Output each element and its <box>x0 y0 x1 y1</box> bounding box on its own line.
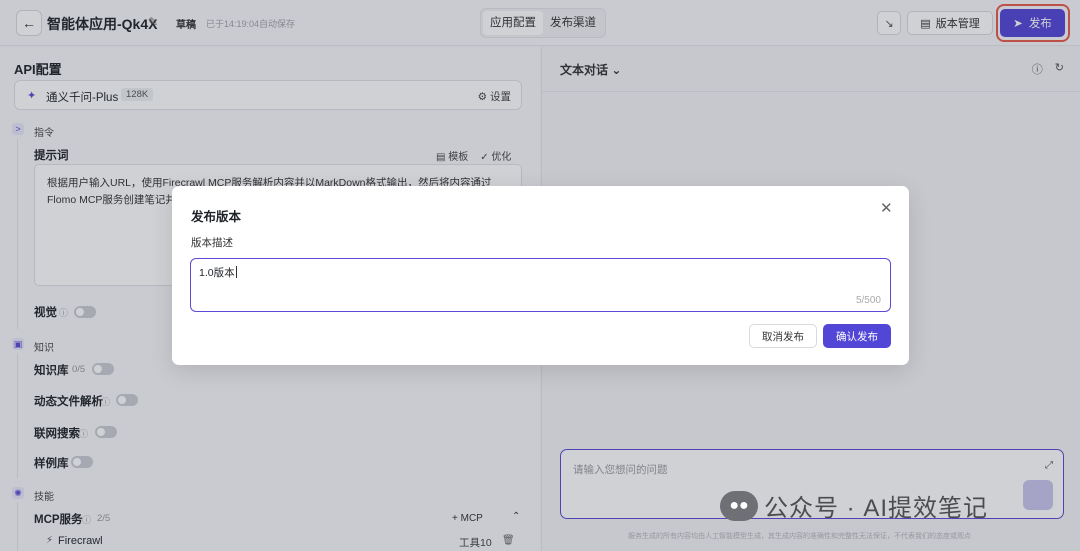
cancel-publish-button[interactable]: 取消发布 <box>749 324 817 348</box>
version-description-label: 版本描述 <box>191 237 233 249</box>
char-counter: 5/500 <box>855 295 881 306</box>
confirm-publish-button[interactable]: 确认发布 <box>823 324 891 348</box>
wechat-icon: ●● <box>720 490 758 521</box>
text-caret <box>235 266 237 278</box>
watermark: ●● 公众号 · AI提效笔记 <box>720 488 988 523</box>
watermark-text: 公众号 · AI提效笔记 <box>764 495 989 522</box>
dialog-title: 发布版本 <box>191 210 242 224</box>
version-description-value: 1.0版本 <box>199 266 237 279</box>
version-description-input[interactable]: 1.0版本 5/500 <box>190 258 891 312</box>
publish-version-dialog: 发布版本 ✕ 版本描述 1.0版本 5/500 取消发布 确认发布 <box>172 186 909 365</box>
close-icon[interactable]: ✕ <box>880 199 893 217</box>
